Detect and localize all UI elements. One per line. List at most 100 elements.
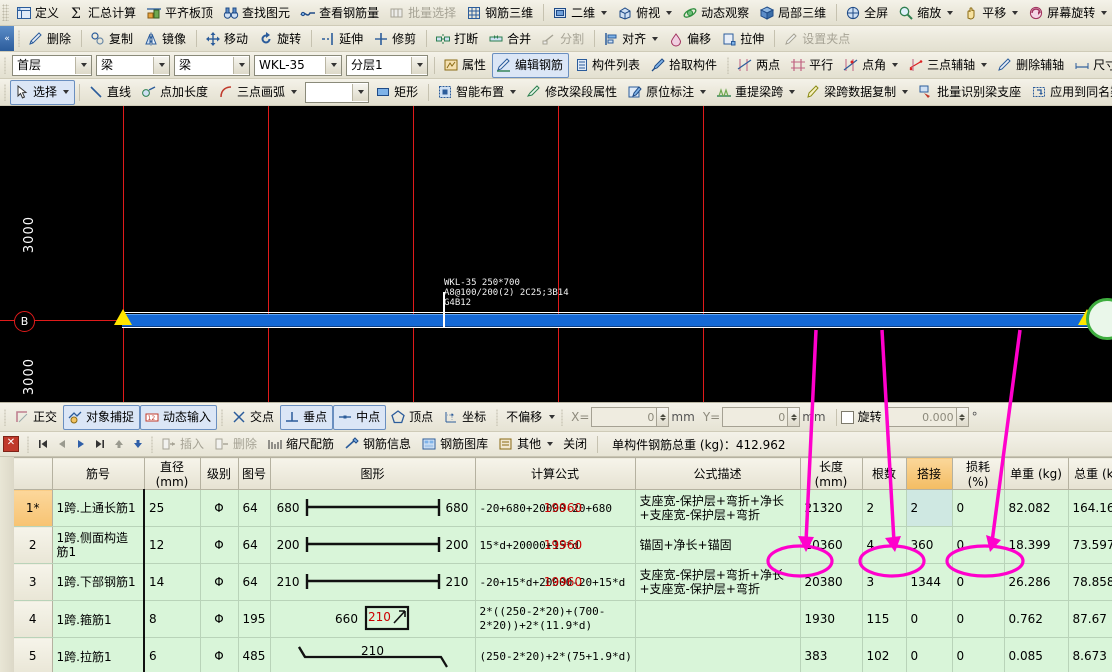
toolbar-grip[interactable] — [2, 4, 9, 21]
toolbar-btn-select[interactable]: 选择 — [10, 79, 76, 105]
toolbar-btn-rotate[interactable]: 旋转 — [254, 26, 307, 51]
toolbar-btn-align[interactable]: 对齐 — [599, 26, 664, 51]
toolbar-btn-stretch[interactable]: 拉伸 — [717, 26, 770, 51]
toolbar-grip[interactable] — [4, 83, 6, 101]
nav-prev-record[interactable] — [52, 435, 71, 454]
beam-element[interactable] — [732, 314, 1100, 327]
cell-shape[interactable]: 680 19960 680 — [270, 489, 582, 527]
col-header-diameter[interactable]: 直径 (mm) — [144, 457, 201, 490]
cell-description[interactable]: 锚固+净长+锚固 — [635, 526, 801, 564]
chevron-down-icon[interactable] — [601, 10, 608, 15]
toolbar-btn-break[interactable]: 打断 — [431, 26, 484, 51]
cell-length[interactable]: 20360 — [800, 526, 863, 564]
cell-loss[interactable]: 0 — [952, 637, 1005, 672]
rotate-checkbox[interactable] — [840, 410, 854, 424]
cell-total-weight[interactable]: 8.673 — [1068, 637, 1112, 672]
combo-floor[interactable]: 首层 — [12, 54, 92, 76]
toolbar-btn-delete-axis[interactable]: 删除辅轴 — [993, 53, 1070, 78]
chevron-down-icon[interactable] — [666, 10, 673, 15]
chevron-down-icon[interactable] — [547, 442, 554, 446]
col-header-loss[interactable]: 损耗 (%) — [952, 457, 1005, 490]
cell-count[interactable]: 2 — [862, 489, 907, 527]
snap-btn-intersection[interactable]: 交点 — [227, 405, 280, 430]
toolbar-grip[interactable] — [496, 408, 499, 426]
cell-name[interactable]: 1跨.箍筋1 — [52, 600, 145, 638]
toolbar-btn-merge[interactable]: 合并 — [484, 26, 537, 51]
chevron-down-icon[interactable] — [510, 90, 517, 94]
cell-formula[interactable]: (250-2*20)+2*(75+1.9*d) — [475, 637, 636, 672]
chevron-down-icon[interactable] — [153, 56, 169, 74]
row-index[interactable]: 5 — [14, 637, 53, 672]
col-header-index[interactable] — [14, 457, 53, 490]
editor-btn-rebar-info[interactable]: 钢筋信息 — [340, 432, 417, 456]
toolbar-btn-in-situ-label[interactable]: 原位标注 — [623, 80, 712, 105]
col-header-description[interactable]: 公式描述 — [635, 457, 801, 490]
nav-next-record[interactable] — [71, 435, 90, 454]
snap-btn-perpendicular[interactable]: 垂点 — [280, 404, 334, 430]
cell-grade[interactable]: Φ — [200, 526, 239, 564]
chevron-down-icon[interactable] — [325, 56, 341, 74]
rebar-table-panel[interactable]: 筋号 直径 (mm) 级别 图号 图形 计算公式 公式描述 长度 (mm) 根数… — [0, 457, 1112, 672]
toolbar-grip[interactable] — [4, 56, 6, 74]
snap-btn-ortho[interactable]: 正交 — [10, 405, 63, 430]
col-header-total-weight[interactable]: 总重 (kg) — [1068, 457, 1112, 490]
row-index[interactable]: 1* — [14, 489, 53, 527]
toolbar-btn-mirror[interactable]: 镜像 — [139, 26, 192, 51]
table-row[interactable]: 2 1跨.侧面构造筋1 12 Φ 64 200 19960 200 15*d+2… — [14, 526, 1112, 564]
nav-move-up[interactable] — [109, 435, 128, 454]
cell-lap[interactable]: 2 — [906, 489, 953, 527]
cell-count[interactable]: 4 — [862, 526, 907, 564]
snap-btn-coordinate[interactable]: 坐标 — [439, 405, 492, 430]
toolbar-btn-three-point-axis[interactable]: 三点辅轴 — [904, 53, 993, 78]
row-index[interactable]: 2 — [14, 526, 53, 564]
toolbar-btn-rebar-3d[interactable]: 钢筋三维 — [462, 0, 539, 25]
rotate-input[interactable]: 0.000 — [886, 407, 957, 427]
toolbar-btn-apply-same-name-beam[interactable]: 应用到同名梁 — [1027, 80, 1112, 105]
col-header-unit-weight[interactable]: 单重 (kg) — [1004, 457, 1069, 490]
chevron-down-icon[interactable] — [411, 56, 427, 74]
cell-picno[interactable]: 64 — [238, 563, 271, 601]
combo-member[interactable]: WKL-35 — [254, 54, 342, 76]
col-header-grade[interactable]: 级别 — [200, 457, 239, 490]
toolbar-btn-fullscreen[interactable]: 全屏 — [841, 0, 894, 25]
table-row[interactable]: 5 1跨.拉筋1 6 Φ 485 210 (250-2*20)+2*(75+1.… — [14, 637, 1112, 672]
cell-picno[interactable]: 485 — [238, 637, 271, 672]
chevron-down-icon[interactable] — [981, 63, 988, 67]
cell-name[interactable]: 1跨.侧面构造筋1 — [52, 526, 145, 564]
chevron-down-icon[interactable] — [75, 56, 91, 74]
toolbar-btn-point-angle[interactable]: 点角 — [839, 53, 904, 78]
chevron-down-icon[interactable] — [291, 90, 298, 94]
toolbar-btn-align-slab-top[interactable]: 平齐板顶 — [142, 0, 219, 25]
snap-btn-dynamic-input[interactable]: 12 动态输入 — [140, 404, 218, 430]
chevron-down-icon[interactable] — [789, 90, 796, 94]
toolbar-btn-topview[interactable]: 俯视 — [613, 0, 678, 25]
cell-grade[interactable]: Φ — [200, 600, 239, 638]
cell-unit-weight[interactable]: 26.286 — [1004, 563, 1069, 601]
cell-unit-weight[interactable]: 0.762 — [1004, 600, 1069, 638]
toolbar-btn-extend[interactable]: 延伸 — [316, 26, 369, 51]
toolbar-btn-edit-rebar[interactable]: 编辑钢筋 — [492, 52, 570, 78]
cell-length[interactable]: 383 — [800, 637, 863, 672]
chevron-down-icon[interactable] — [233, 56, 249, 74]
col-header-lap[interactable]: 搭接 — [906, 457, 953, 490]
toolbar-btn-point-length[interactable]: 点加长度 — [137, 80, 214, 105]
toolbar-btn-smart-layout[interactable]: 智能布置 — [433, 80, 522, 105]
cell-lap[interactable]: 0 — [906, 637, 953, 672]
cell-loss[interactable]: 0 — [952, 563, 1005, 601]
table-row[interactable]: 3 1跨.下部钢筋1 14 Φ 64 210 19960 210 -20+15*… — [14, 563, 1112, 601]
cell-length[interactable]: 21320 — [800, 489, 863, 527]
editor-btn-rebar-library[interactable]: 钢筋图库 — [417, 432, 494, 456]
table-row[interactable]: 1* 1跨.上通长筋1 25 Φ 64 680 19960 680 -20+68… — [14, 489, 1112, 527]
rotate-spinner[interactable] — [956, 407, 969, 427]
toolbar-btn-dynamic-observe[interactable]: 动态观察 — [678, 0, 755, 25]
nav-first-record[interactable] — [33, 435, 52, 454]
chevron-down-icon[interactable] — [652, 36, 659, 41]
toolbar-btn-span-data-copy[interactable]: 梁跨数据复制 — [801, 80, 914, 105]
cell-total-weight[interactable]: 164.164 — [1068, 489, 1112, 527]
cell-lap[interactable]: 1344 — [906, 563, 953, 601]
toolbar-btn-three-point-arc[interactable]: 三点画弧 — [214, 80, 303, 105]
toolbar-btn-copy[interactable]: 复制 — [86, 26, 139, 51]
toolbar-grip[interactable] — [4, 408, 6, 426]
cell-shape[interactable]: 660 210 — [270, 600, 476, 638]
chevron-down-icon[interactable] — [63, 90, 70, 94]
